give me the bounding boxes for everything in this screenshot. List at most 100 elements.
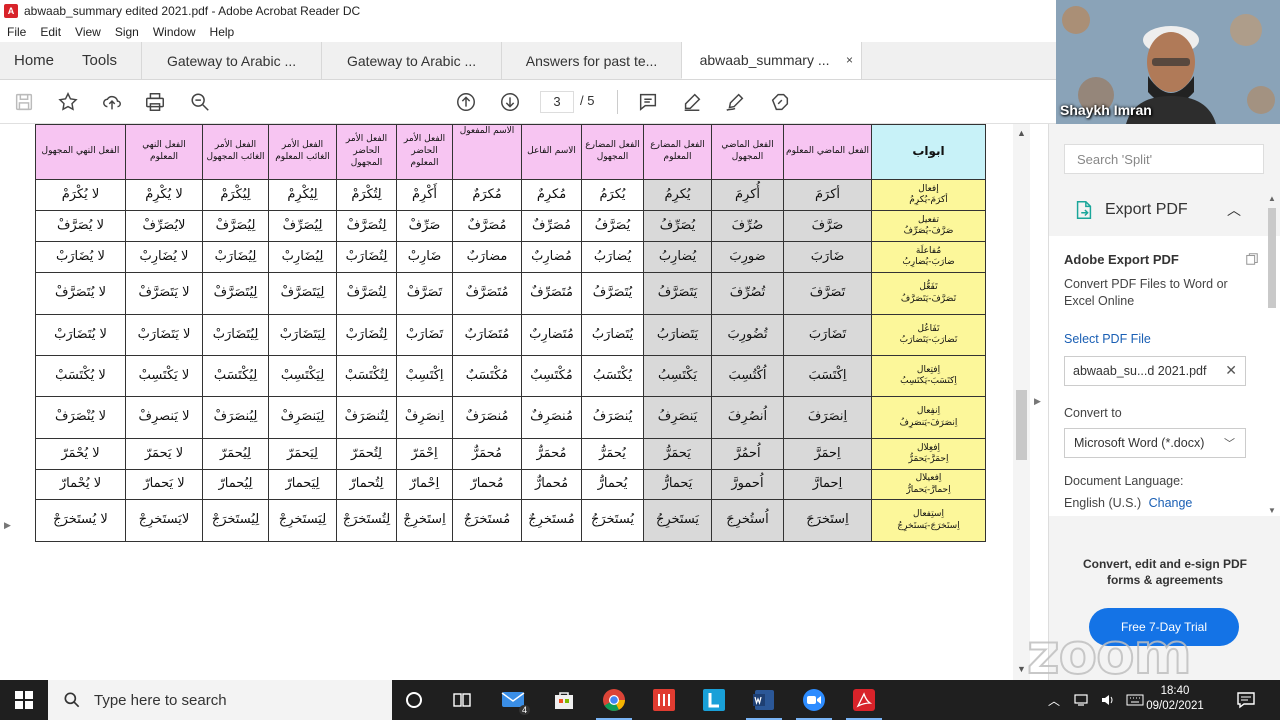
- verb-cell: ضَارِبْ: [396, 241, 453, 273]
- table-row: لا يُتَضَارَبْ لا يَتَضَارَبْ لِيُتَضَارَب…: [35, 314, 986, 356]
- verb-cell: لِيُصَرَّفْ: [202, 210, 269, 242]
- verb-cell: اِنصَرَفَ: [783, 396, 872, 439]
- tab-tools[interactable]: Tools: [68, 42, 141, 79]
- menu-file[interactable]: File: [0, 25, 33, 39]
- verb-cell: لِيَتَضَارَبْ: [268, 314, 337, 356]
- store-icon[interactable]: [550, 686, 578, 714]
- verb-cell: اُستُخرِجَ: [711, 499, 784, 542]
- menu-sign[interactable]: Sign: [108, 25, 146, 39]
- verb-cell: لِتُحمَرّ: [336, 438, 397, 470]
- verb-cell: لِيُنصَرَفْ: [202, 396, 269, 439]
- learning-app-icon[interactable]: [700, 686, 728, 714]
- zoom-watermark: zoom: [1026, 621, 1193, 688]
- network-icon[interactable]: [1074, 693, 1090, 707]
- selected-file-name: abwaab_su...d 2021.pdf: [1073, 364, 1207, 378]
- presentation-app-icon[interactable]: [650, 686, 678, 714]
- side-panel-scrollbar[interactable]: ▲ ▼: [1266, 194, 1278, 519]
- previous-page-icon[interactable]: [454, 90, 478, 114]
- upload-share-icon[interactable]: [100, 90, 124, 114]
- task-view-icon[interactable]: [448, 686, 476, 714]
- copy-info-icon[interactable]: [1245, 252, 1259, 266]
- table-row: لا يُنْصَرَفْ لا يَنصرِفْ لِيُنصَرَفْ لِيَن…: [35, 396, 986, 439]
- verb-cell: اِحْمَرّ: [396, 438, 453, 470]
- change-language-link[interactable]: Change: [1149, 496, 1193, 510]
- verb-cell: مُكْتَسِبٌ: [521, 355, 582, 397]
- verb-cell: اِحمارَّ: [783, 469, 872, 500]
- volume-icon[interactable]: [1100, 693, 1116, 707]
- vertical-scrollbar[interactable]: ▲ ▼: [1013, 124, 1030, 680]
- format-dropdown[interactable]: Microsoft Word (*.docx) ﹀: [1064, 428, 1246, 458]
- mail-icon[interactable]: 4: [500, 686, 530, 715]
- start-button[interactable]: [0, 680, 48, 720]
- scrollbar-thumb[interactable]: [1016, 390, 1027, 460]
- verb-cell: لِتُضَارَبْ: [336, 241, 397, 273]
- verb-cell: لا يُكْرَمْ: [35, 179, 126, 211]
- side-scroll-thumb[interactable]: [1268, 208, 1276, 308]
- page-number-input[interactable]: 3: [540, 91, 574, 113]
- right-pane-toggle-icon[interactable]: ▶: [1034, 396, 1041, 407]
- save-icon[interactable]: [12, 90, 36, 114]
- sign-pen-icon[interactable]: [723, 90, 747, 114]
- menu-edit[interactable]: Edit: [33, 25, 68, 39]
- show-hidden-icons-icon[interactable]: ︿: [1048, 692, 1060, 709]
- aep-description: Convert PDF Files to Word or Excel Onlin…: [1064, 277, 1228, 308]
- table-row: لا يُكْتَسَبْ لا يَكْتَسِبْ لِيُكْتَسَبْ لِ…: [35, 355, 986, 397]
- taskbar-clock[interactable]: 18:40 09/02/2021: [1140, 684, 1210, 714]
- search-icon: [64, 692, 80, 708]
- verb-cell: يُكرِمُ: [643, 179, 712, 211]
- verb-cell: يُتَضارَبُ: [581, 314, 644, 356]
- verb-cell: مُستَخرَجٌ: [452, 499, 522, 542]
- export-pdf-header[interactable]: Export PDF ︿: [1049, 192, 1280, 228]
- menu-window[interactable]: Window: [146, 25, 203, 39]
- verb-cell: لِتُكْرَمْ: [336, 179, 397, 211]
- close-tab-icon[interactable]: ×: [846, 53, 853, 67]
- doc-tab-answers[interactable]: Answers for past te...: [501, 42, 681, 79]
- menu-help[interactable]: Help: [203, 25, 242, 39]
- doc-tab-gateway-2[interactable]: Gateway to Arabic ...: [321, 42, 501, 79]
- cortana-icon[interactable]: [400, 686, 428, 714]
- selected-file-field[interactable]: abwaab_su...d 2021.pdf ✕: [1064, 356, 1246, 386]
- header-cell: الفعل الماضي المجهول: [711, 124, 784, 180]
- left-pane-toggle-icon[interactable]: ▶: [4, 520, 11, 531]
- verb-cell: لا يَنصرِفْ: [125, 396, 203, 439]
- doc-tab-abwaab[interactable]: abwaab_summary ... ×: [681, 42, 862, 79]
- select-pdf-file-link[interactable]: Select PDF File: [1064, 332, 1151, 346]
- menu-view[interactable]: View: [68, 25, 108, 39]
- scroll-down-icon[interactable]: ▼: [1017, 664, 1026, 674]
- verb-cell: صُرِّفَ: [711, 210, 784, 242]
- verb-cell: يَكْتَسِبُ: [643, 355, 712, 397]
- collapse-chevron-icon[interactable]: ︿: [1227, 200, 1241, 220]
- bookmark-star-icon[interactable]: [56, 90, 80, 114]
- highlight-pen-icon[interactable]: [680, 90, 704, 114]
- search-tools-input[interactable]: Search 'Split': [1064, 144, 1264, 174]
- verb-cell: تُصُرِّفَ: [711, 272, 784, 315]
- verb-cell: لِتُنصَرَفْ: [336, 396, 397, 439]
- abwab-cell: تَفَاعُل تَضارَبَ-يَتَضارَبُ: [871, 314, 986, 356]
- taskbar-search-box[interactable]: Type here to search: [48, 680, 392, 720]
- side-scroll-down-icon[interactable]: ▼: [1268, 506, 1276, 515]
- zoom-out-icon[interactable]: [188, 90, 212, 114]
- toolbar: 3 / 5: [0, 80, 1056, 124]
- print-icon[interactable]: [143, 90, 167, 114]
- verb-cell: لا يُحْمَرّ: [35, 438, 126, 470]
- verb-cell: لا يُكْرِمْ: [125, 179, 203, 211]
- clock-date: 09/02/2021: [1146, 700, 1204, 712]
- comment-icon[interactable]: [636, 90, 660, 114]
- doc-tab-gateway-1[interactable]: Gateway to Arabic ...: [141, 42, 321, 79]
- verb-cell: لِيَستَخرِجْ: [268, 499, 337, 542]
- word-icon[interactable]: [750, 686, 778, 714]
- verb-cell: لا يُتَصَرَّفْ: [35, 272, 126, 315]
- next-page-icon[interactable]: [498, 90, 522, 114]
- side-scroll-up-icon[interactable]: ▲: [1268, 194, 1276, 203]
- notifications-icon[interactable]: [1232, 686, 1260, 714]
- scroll-up-icon[interactable]: ▲: [1017, 128, 1026, 138]
- mail-badge: 4: [518, 705, 530, 715]
- remove-file-icon[interactable]: ✕: [1225, 362, 1237, 379]
- chrome-icon[interactable]: [600, 686, 628, 714]
- fill-sign-icon[interactable]: [768, 90, 792, 114]
- zoom-app-icon[interactable]: [800, 686, 828, 714]
- header-cell: الاسم الفاعل: [521, 124, 582, 180]
- verb-cell: اُكْتُسِبَ: [711, 355, 784, 397]
- acrobat-taskbar-icon[interactable]: [850, 686, 878, 714]
- tab-home[interactable]: Home: [0, 42, 68, 79]
